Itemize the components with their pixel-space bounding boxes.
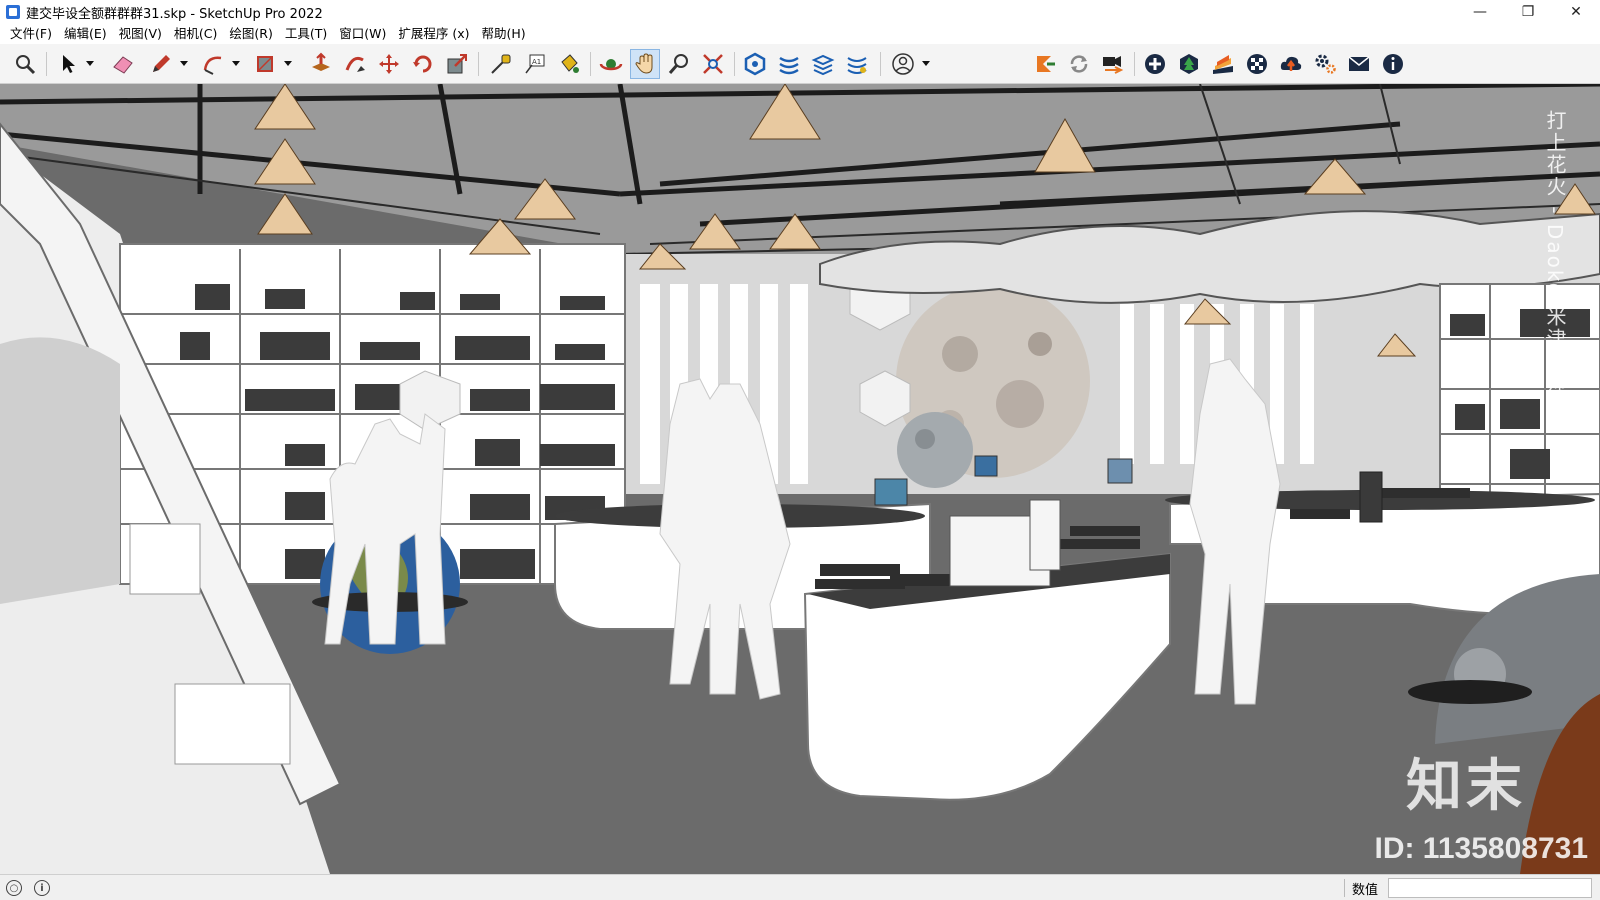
extension-1-icon[interactable] (1030, 49, 1060, 79)
arc-icon[interactable] (198, 49, 228, 79)
arc-caret-icon[interactable] (232, 58, 240, 68)
site-watermark-logo: 知末 (1406, 754, 1526, 819)
settings-icon[interactable] (1310, 49, 1340, 79)
select-caret-icon[interactable] (86, 58, 94, 68)
model-viewport[interactable]: 打上花火 - Daoko/米津玄师 知末 ID: 1135808731 (0, 84, 1600, 874)
zoom-extents-icon[interactable] (698, 49, 728, 79)
layers-icon[interactable] (808, 49, 838, 79)
menu-window[interactable]: 窗口(W) (333, 24, 392, 44)
menu-extensions[interactable]: 扩展程序 (x) (392, 24, 475, 44)
books-icon[interactable] (1208, 49, 1238, 79)
push-pull-icon[interactable] (306, 49, 336, 79)
menu-view[interactable]: 视图(V) (113, 24, 168, 44)
title-bar: 建交毕设全额群群群31.skp - SketchUp Pro 2022 — ❐ … (0, 0, 1600, 24)
text-icon[interactable]: A1 (520, 49, 550, 79)
menu-help[interactable]: 帮助(H) (476, 24, 532, 44)
rectangle-icon[interactable] (250, 49, 280, 79)
svg-text:A1: A1 (532, 58, 541, 66)
extension-3-icon[interactable] (1098, 49, 1128, 79)
paint-bucket-icon[interactable] (554, 49, 584, 79)
scene-render (0, 84, 1600, 874)
warehouse-icon[interactable] (740, 49, 770, 79)
orbit-icon[interactable] (596, 49, 626, 79)
menu-draw[interactable]: 绘图(R) (223, 24, 278, 44)
styles-icon[interactable] (842, 49, 872, 79)
sketchup-app-icon (6, 5, 20, 19)
eraser-icon[interactable] (108, 49, 138, 79)
move-icon[interactable] (374, 49, 404, 79)
window-controls: — ❐ ✕ (1456, 0, 1600, 24)
pan-icon[interactable] (630, 49, 660, 79)
rectangle-caret-icon[interactable] (284, 58, 292, 68)
zoom-icon[interactable] (10, 49, 40, 79)
window-title: 建交毕设全额群群群31.skp - SketchUp Pro 2022 (26, 6, 323, 22)
checker-icon[interactable] (1242, 49, 1272, 79)
pencil-icon[interactable] (146, 49, 176, 79)
menu-file[interactable]: 文件(F) (4, 24, 58, 44)
account-caret-icon[interactable] (922, 58, 930, 68)
menu-tools[interactable]: 工具(T) (279, 24, 333, 44)
measurements-label: 数值 (1352, 883, 1379, 898)
mail-icon[interactable] (1344, 49, 1374, 79)
tape-measure-icon[interactable] (486, 49, 516, 79)
info-icon[interactable] (1378, 49, 1408, 79)
globe-icon[interactable]: ○ (6, 880, 22, 896)
sandbox-icon[interactable] (774, 49, 804, 79)
pencil-caret-icon[interactable] (180, 58, 188, 68)
status-bar: ○ i 数值 (0, 874, 1600, 900)
toolbar: A1 (0, 44, 1600, 84)
minimize-button[interactable]: — (1456, 0, 1504, 24)
rotate-icon[interactable] (408, 49, 438, 79)
info-icon[interactable]: i (34, 880, 50, 896)
tree-icon[interactable] (1174, 49, 1204, 79)
select-icon[interactable] (54, 49, 84, 79)
refresh-icon[interactable] (1064, 49, 1094, 79)
follow-me-icon[interactable] (340, 49, 370, 79)
upload-cloud-icon[interactable] (1276, 49, 1306, 79)
menu-bar: 文件(F) 编辑(E) 视图(V) 相机(C) 绘图(R) 工具(T) 窗口(W… (0, 24, 1600, 44)
measurements-input[interactable] (1388, 878, 1592, 898)
menu-edit[interactable]: 编辑(E) (58, 24, 113, 44)
maximize-button[interactable]: ❐ (1504, 0, 1552, 24)
menu-camera[interactable]: 相机(C) (168, 24, 223, 44)
close-button[interactable]: ✕ (1552, 0, 1600, 24)
music-watermark: 打上花火 - Daoko/米津玄师 (1543, 110, 1567, 394)
zoom-tool-icon[interactable] (664, 49, 694, 79)
add-icon[interactable] (1140, 49, 1170, 79)
scale-icon[interactable] (442, 49, 472, 79)
site-watermark-id: ID: 1135808731 (1374, 832, 1588, 865)
account-icon[interactable] (888, 49, 918, 79)
